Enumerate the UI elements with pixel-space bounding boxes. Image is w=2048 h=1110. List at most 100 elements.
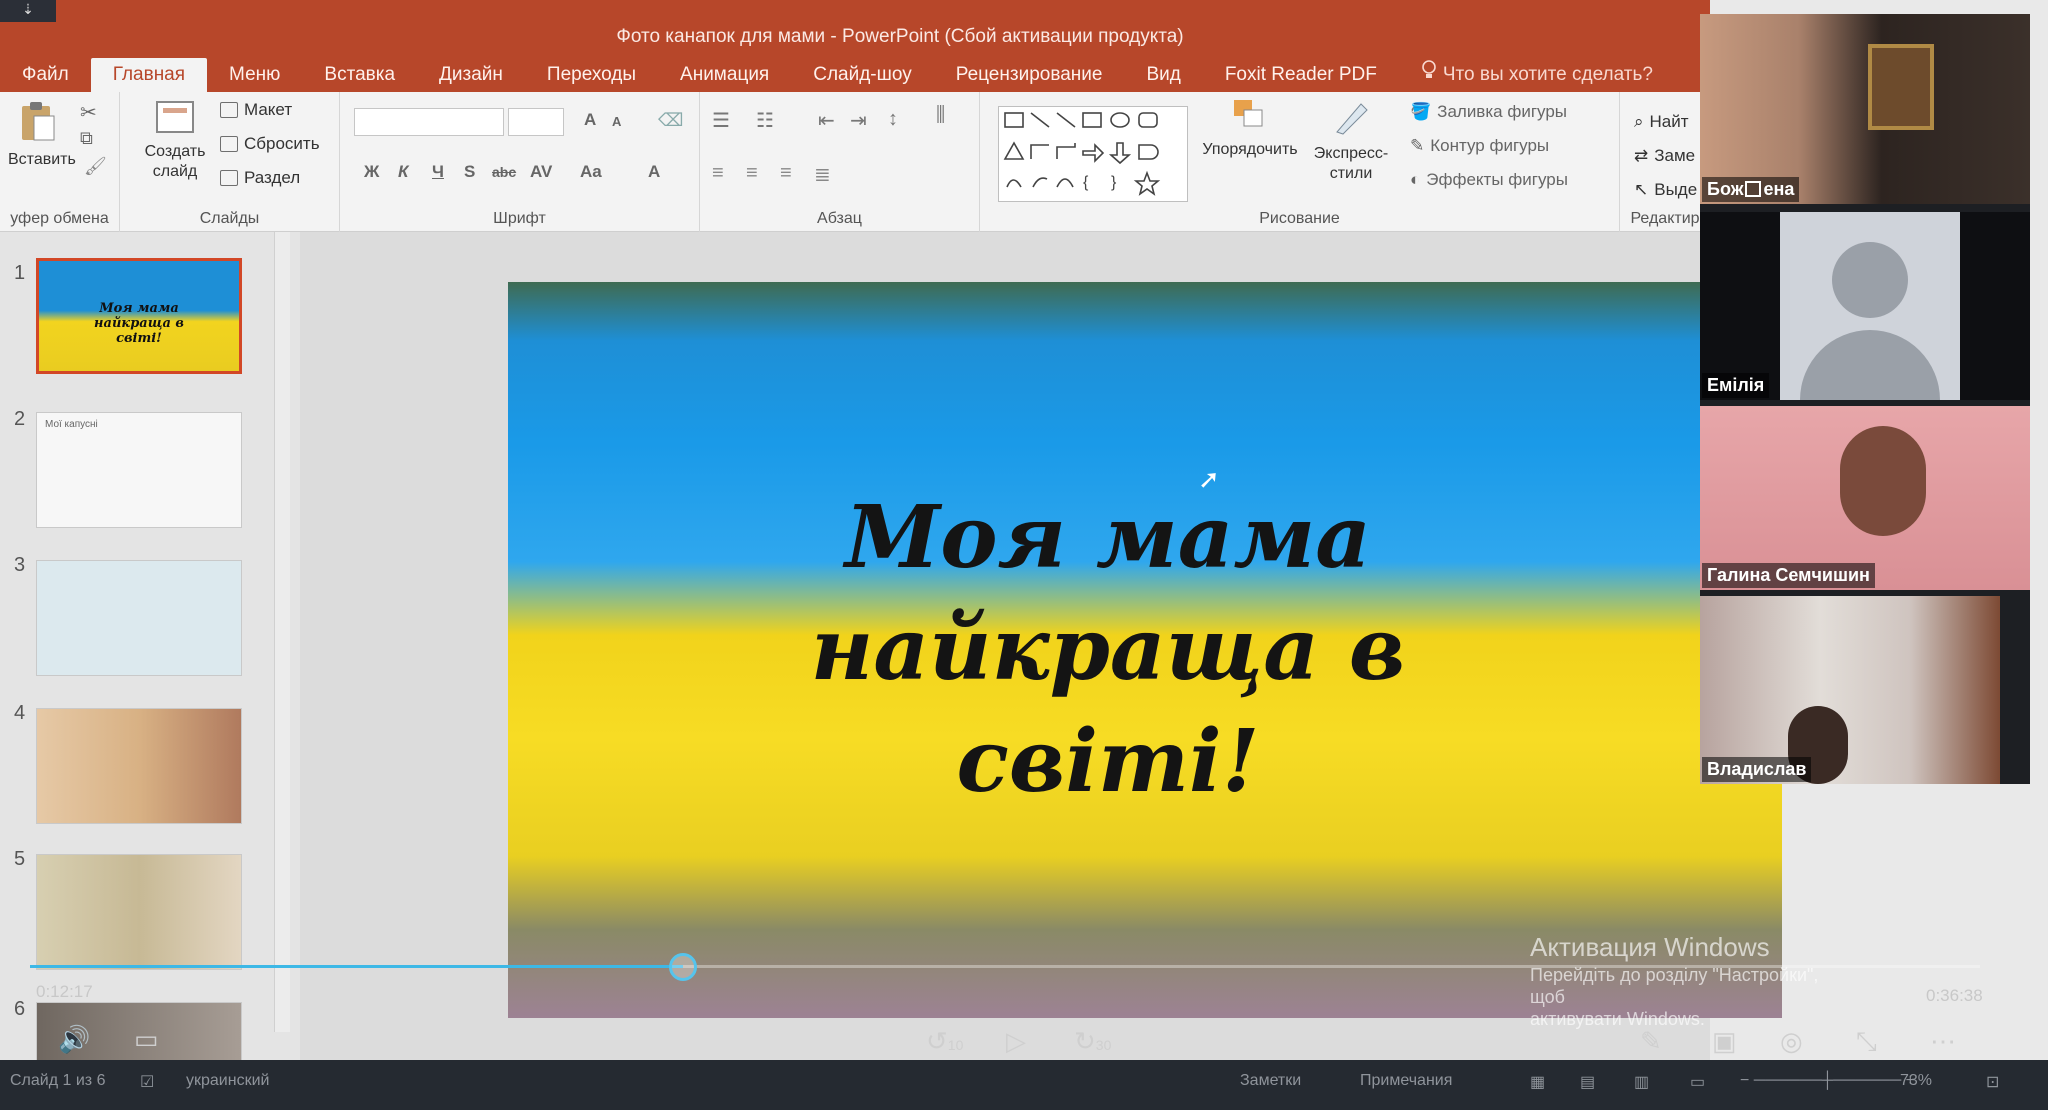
cut-icon[interactable]: ✂ xyxy=(80,100,97,125)
tell-me-box[interactable]: Что вы хотите сделать? xyxy=(1399,58,1675,92)
reset-button[interactable]: Сбросить xyxy=(220,134,320,154)
effects-icon: ◐ xyxy=(1410,170,1421,189)
layout-button[interactable]: Макет xyxy=(220,100,292,120)
shadow-button[interactable]: S xyxy=(464,162,475,182)
tab-insert[interactable]: Вставка xyxy=(302,58,417,92)
align-center-icon[interactable]: ≡ xyxy=(746,162,758,185)
slide-thumbnail[interactable] xyxy=(36,560,242,676)
editing-group: ⌕ Найт ⇄ Заме ↖ Выде Редактир xyxy=(1620,92,1710,232)
vr-icon[interactable]: ◎ xyxy=(1780,1026,1803,1057)
slide-thumbnail[interactable]: Мої капусні xyxy=(36,412,242,528)
grow-font-button[interactable]: A xyxy=(584,110,596,130)
arrange-button[interactable]: Упорядочить xyxy=(1200,98,1300,160)
activation-title: Активация Windows xyxy=(1530,932,1770,962)
underline-button[interactable]: Ч xyxy=(432,162,444,182)
thumbnail-scrollbar[interactable] xyxy=(274,232,290,1032)
slide-title[interactable]: Моя мама найкраща в світі! xyxy=(658,482,1558,818)
tab-review[interactable]: Рецензирование xyxy=(934,58,1125,92)
format-painter-icon[interactable]: 🖌 xyxy=(84,156,107,177)
tab-slideshow[interactable]: Слайд-шоу xyxy=(791,58,934,92)
italic-button[interactable]: К xyxy=(398,162,408,182)
copy-icon[interactable]: ⧉ xyxy=(80,128,93,149)
font-size-select[interactable] xyxy=(508,108,564,136)
reset-label: Сбросить xyxy=(244,134,320,153)
paste-button[interactable]: Вставить xyxy=(8,100,76,170)
line-spacing-icon[interactable]: ↕ xyxy=(888,108,898,131)
tab-file[interactable]: Файл xyxy=(0,58,91,92)
strikethrough-button[interactable]: abc xyxy=(492,164,516,180)
change-case-button[interactable]: Aa xyxy=(580,162,602,182)
tab-view[interactable]: Вид xyxy=(1124,58,1202,92)
comments-button[interactable]: Примечания xyxy=(1360,1072,1452,1090)
zoom-slider[interactable]: − ──────┼────── + xyxy=(1740,1072,1915,1090)
reset-icon xyxy=(220,136,238,152)
volume-icon[interactable]: 🔊 xyxy=(58,1024,90,1055)
font-color-button[interactable]: A xyxy=(648,162,660,182)
font-family-select[interactable] xyxy=(354,108,504,136)
normal-view-icon[interactable]: ▦ xyxy=(1530,1072,1545,1092)
layout-label: Макет xyxy=(244,100,293,119)
justify-icon[interactable]: ≣ xyxy=(814,162,831,187)
shape-fill-button[interactable]: 🪣 Заливка фигуры xyxy=(1410,102,1567,122)
char-spacing-button[interactable]: AV xyxy=(530,162,552,182)
exit-fullscreen-icon[interactable]: ⤡ xyxy=(1856,1026,1877,1058)
indent-increase-icon[interactable]: ⇥ xyxy=(850,108,867,133)
shape-effects-button[interactable]: ◐ Эффекты фигуры xyxy=(1410,170,1568,190)
rewind-button[interactable]: ↺10 xyxy=(926,1026,963,1057)
quick-styles-icon xyxy=(1331,103,1371,142)
replace-button[interactable]: ⇄ Заме xyxy=(1634,146,1695,166)
indent-decrease-icon[interactable]: ⇤ xyxy=(818,108,835,133)
tab-transitions[interactable]: Переходы xyxy=(525,58,658,92)
tab-menu[interactable]: Меню xyxy=(207,58,302,92)
tab-design[interactable]: Дизайн xyxy=(417,58,525,92)
slide-thumbnail[interactable] xyxy=(36,708,242,824)
bullets-icon[interactable]: ☰ xyxy=(712,108,730,133)
play-icon[interactable]: ▷ xyxy=(1006,1026,1026,1057)
align-right-icon[interactable]: ≡ xyxy=(780,162,792,185)
participant-tile[interactable]: Владислав xyxy=(1700,596,2000,784)
slide[interactable]: Моя мама найкраща в світі! xyxy=(508,282,1782,1018)
participant-tile[interactable]: Галина Семчишин xyxy=(1700,406,2030,590)
align-left-icon[interactable]: ≡ xyxy=(712,162,724,185)
slide-thumbnail[interactable]: Моя мама найкраща в світі! xyxy=(36,258,242,374)
forward-icon: ↻ xyxy=(1074,1026,1096,1056)
video-elapsed-time: 0:12:17 xyxy=(36,982,93,1001)
select-button[interactable]: ↖ Выде xyxy=(1634,180,1697,200)
language-indicator[interactable]: украинский xyxy=(186,1072,269,1090)
shapes-gallery[interactable]: {} xyxy=(998,106,1188,202)
reading-view-icon[interactable]: ▥ xyxy=(1634,1072,1649,1092)
forward-button[interactable]: ↻30 xyxy=(1074,1026,1111,1057)
numbering-icon[interactable]: ☷ xyxy=(756,108,774,133)
participant-name: Владислав xyxy=(1702,757,1812,782)
bold-button[interactable]: Ж xyxy=(364,162,379,182)
svg-text:}: } xyxy=(1111,174,1117,191)
zoom-level[interactable]: 73% xyxy=(1900,1072,1932,1090)
participant-tile[interactable]: Бож ена xyxy=(1700,14,2030,204)
more-icon[interactable]: ⋯ xyxy=(1930,1026,1956,1057)
spellcheck-icon[interactable]: ☑ xyxy=(140,1072,154,1092)
shrink-font-button[interactable]: A xyxy=(612,114,621,129)
video-progress-bar[interactable] xyxy=(30,953,1980,981)
tab-foxit[interactable]: Foxit Reader PDF xyxy=(1203,58,1399,92)
participant-tile[interactable]: Емілія xyxy=(1700,212,2030,400)
fit-slide-icon[interactable]: ⊡ xyxy=(1986,1072,1999,1092)
caption-icon[interactable]: ▭ xyxy=(134,1024,159,1055)
tab-home[interactable]: Главная xyxy=(90,58,208,92)
pen-icon[interactable]: ✎ xyxy=(1640,1026,1662,1057)
notes-button[interactable]: Заметки xyxy=(1240,1072,1301,1090)
columns-icon[interactable]: ⫼ xyxy=(936,104,945,127)
shape-outline-button[interactable]: ✎ Контур фигуры xyxy=(1410,136,1549,156)
sorter-view-icon[interactable]: ▤ xyxy=(1580,1072,1595,1092)
new-slide-button[interactable]: Создать слайд xyxy=(140,100,210,182)
tab-animations[interactable]: Анимация xyxy=(658,58,791,92)
clear-format-icon[interactable]: ⌫ xyxy=(658,110,683,131)
quick-styles-button[interactable]: Экспресс-стили xyxy=(1306,98,1396,184)
slideshow-view-icon[interactable]: ▭ xyxy=(1690,1072,1705,1092)
find-button[interactable]: ⌕ Найт xyxy=(1634,112,1689,132)
download-icon[interactable]: ⇣ xyxy=(0,0,56,22)
quick-styles-label: Экспресс-стили xyxy=(1313,145,1389,182)
section-button[interactable]: Раздел xyxy=(220,168,300,188)
slide-thumbnail[interactable] xyxy=(36,854,242,970)
pip-icon[interactable]: ▣ xyxy=(1712,1026,1737,1057)
arrange-label: Упорядочить xyxy=(1202,141,1298,158)
